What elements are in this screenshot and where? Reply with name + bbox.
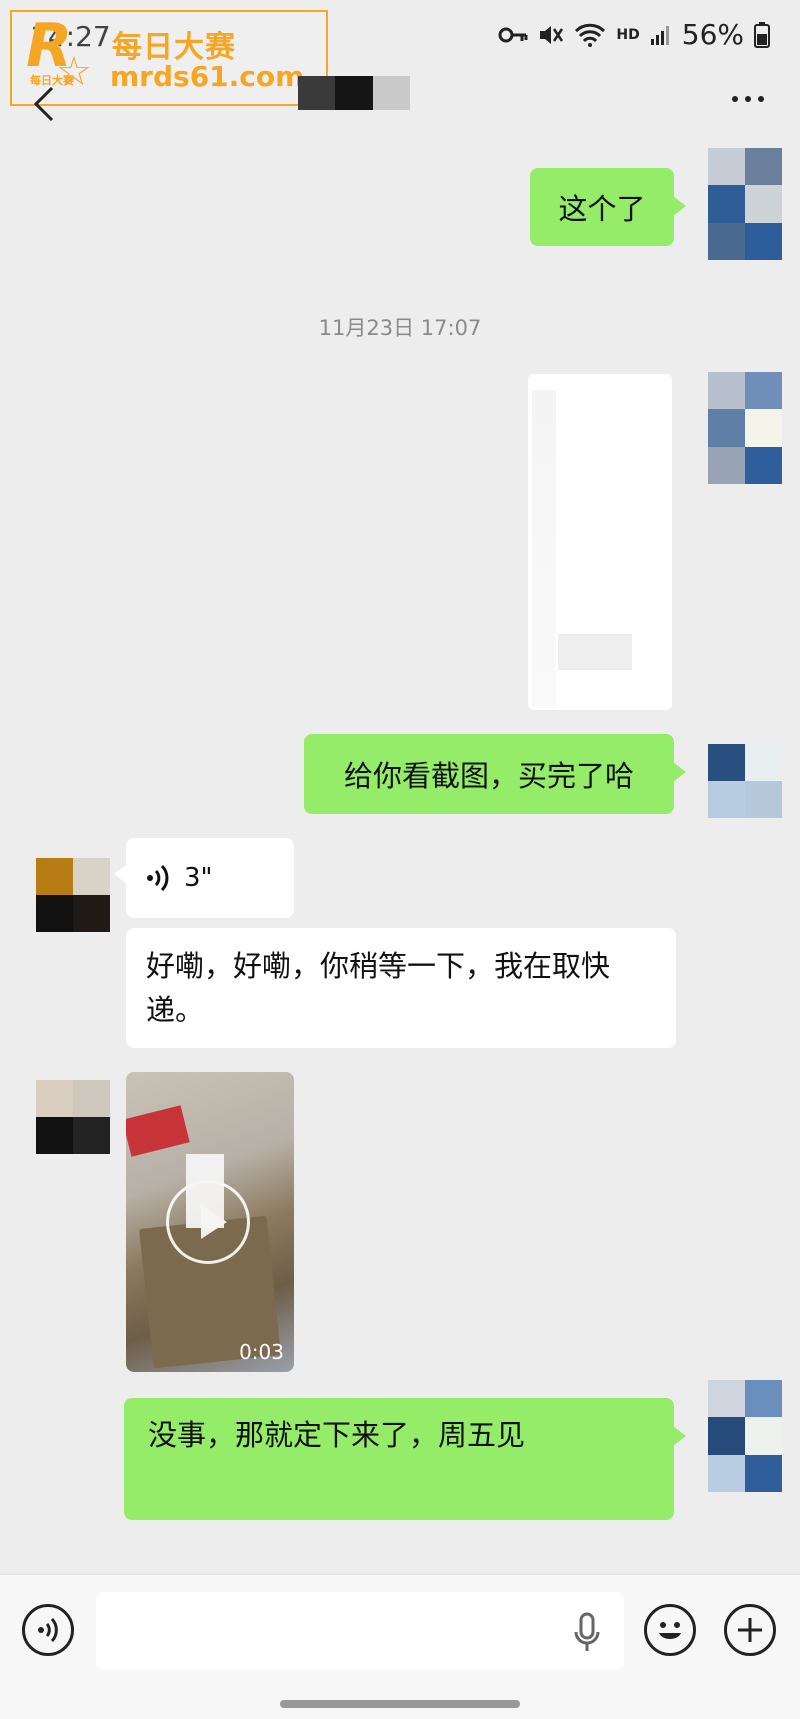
outgoing-message[interactable]: 没事，那就定下来了，周五见 xyxy=(124,1398,686,1520)
self-avatar[interactable] xyxy=(708,372,782,484)
more-icon[interactable] xyxy=(732,96,764,102)
outgoing-message[interactable]: 这个了 xyxy=(530,168,686,246)
voice-toggle-icon[interactable] xyxy=(22,1604,74,1656)
contact-avatar[interactable] xyxy=(36,858,110,932)
message-timestamp: 11月23日 17:07 xyxy=(318,316,482,340)
video-redacted-area xyxy=(186,1154,224,1228)
plus-icon[interactable] xyxy=(724,1604,776,1656)
video-content xyxy=(126,1105,190,1157)
outgoing-message[interactable]: 给你看截图，买完了哈 xyxy=(304,734,686,814)
battery-percent: 56% xyxy=(681,18,744,51)
mic-icon[interactable] xyxy=(572,1612,602,1654)
message-input[interactable] xyxy=(96,1592,624,1670)
video-message[interactable]: 0:03 xyxy=(126,1072,294,1372)
message-text: 这个了 xyxy=(558,192,646,226)
home-indicator[interactable] xyxy=(280,1700,520,1708)
image-redacted-area xyxy=(558,634,632,670)
incoming-message[interactable]: 好嘞，好嘞，你稍等一下，我在取快递。 xyxy=(126,928,676,1048)
wifi-icon xyxy=(575,23,606,47)
signal-icon xyxy=(650,25,669,45)
image-content xyxy=(532,390,556,708)
contact-avatar[interactable] xyxy=(36,1080,110,1154)
self-avatar[interactable] xyxy=(708,1380,782,1492)
self-avatar[interactable] xyxy=(708,148,782,260)
back-icon[interactable] xyxy=(30,84,58,124)
message-text: 好嘞，好嘞，你稍等一下，我在取快递。 xyxy=(146,949,611,1027)
voice-wave-icon xyxy=(147,864,169,892)
emoji-icon[interactable] xyxy=(644,1604,696,1656)
watermark-url: mrds61.com xyxy=(110,60,305,93)
self-avatar[interactable] xyxy=(708,744,782,818)
contact-name-pixelated xyxy=(298,76,410,110)
key-icon xyxy=(498,27,528,42)
message-text: 给你看截图，买完了哈 xyxy=(343,759,634,793)
mute-icon xyxy=(540,25,564,44)
voice-message[interactable]: 3" xyxy=(114,838,294,918)
image-message[interactable] xyxy=(528,374,672,710)
battery-icon xyxy=(754,21,770,48)
voice-duration: 3" xyxy=(184,863,213,893)
message-text: 没事，那就定下来了，周五见 xyxy=(148,1418,526,1452)
network-label: HD xyxy=(616,26,640,43)
video-duration: 0:03 xyxy=(239,1340,284,1364)
status-icons: HD 56% xyxy=(498,18,770,51)
